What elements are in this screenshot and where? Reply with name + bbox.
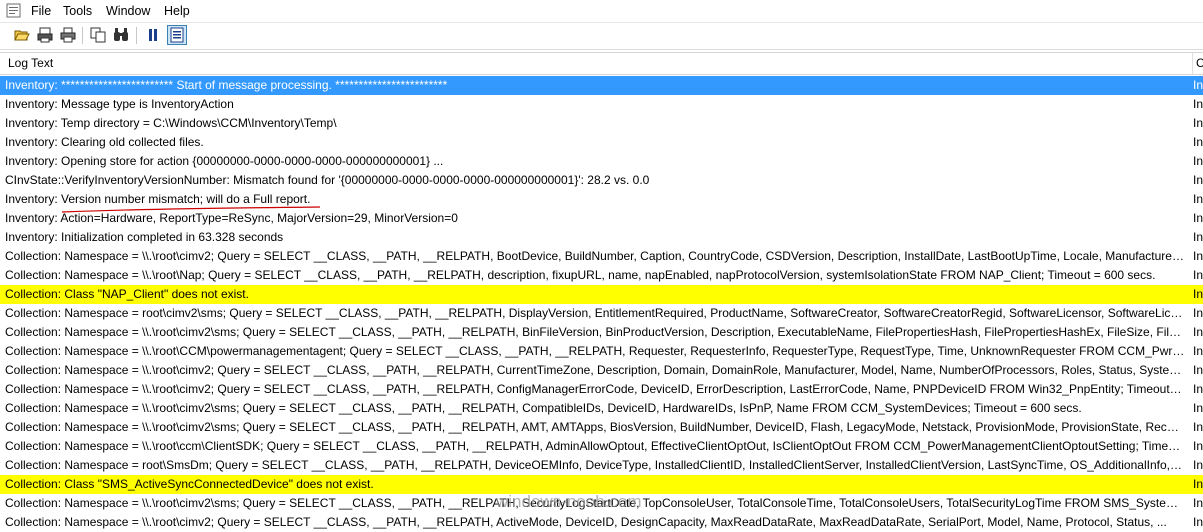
log-text-cell: Collection: Namespace = \\.\root\cimv2\s…: [5, 401, 1082, 415]
component-cell: In: [1193, 97, 1203, 111]
component-cell: In: [1193, 458, 1203, 472]
table-row[interactable]: Collection: Namespace = \\.\root\cimv2; …: [0, 380, 1203, 399]
log-column-header: Log Text C: [0, 52, 1203, 75]
table-row[interactable]: Inventory: Opening store for action {000…: [0, 152, 1203, 171]
table-row[interactable]: CInvState::VerifyInventoryVersionNumber:…: [0, 171, 1203, 190]
menu-tools[interactable]: Tools: [61, 3, 94, 19]
menu-bar: File Tools Window Help: [0, 0, 1203, 23]
log-text-cell: Inventory: ************************ Star…: [5, 78, 448, 92]
component-cell: In: [1193, 382, 1203, 396]
print-icon[interactable]: [58, 25, 78, 45]
log-text-cell: Collection: Namespace = \\.\root\cimv2; …: [5, 249, 1185, 263]
menu-help[interactable]: Help: [162, 3, 192, 19]
log-list: Inventory: ************************ Star…: [0, 76, 1203, 532]
table-row[interactable]: Collection: Namespace = \\.\root\cimv2; …: [0, 247, 1203, 266]
table-row[interactable]: Inventory: Clearing old collected files.…: [0, 133, 1203, 152]
table-row[interactable]: Inventory: Action=Hardware, ReportType=R…: [0, 209, 1203, 228]
toolbar-separator: [136, 27, 137, 44]
open-icon[interactable]: [12, 25, 32, 45]
log-text-cell: Collection: Namespace = \\.\root\cimv2\s…: [5, 420, 1185, 434]
table-row[interactable]: Inventory: Temp directory = C:\Windows\C…: [0, 114, 1203, 133]
table-row[interactable]: Collection: Namespace = root\SmsDm; Quer…: [0, 456, 1203, 475]
log-text-cell: Inventory: Opening store for action {000…: [5, 154, 444, 168]
component-cell: In: [1193, 192, 1203, 206]
toolbar: [0, 23, 1203, 50]
menu-file[interactable]: File: [29, 3, 53, 19]
component-cell: In: [1193, 363, 1203, 377]
log-text-cell: Collection: Namespace = \\.\root\cimv2\s…: [5, 325, 1185, 339]
component-cell: In: [1193, 344, 1203, 358]
app-icon: [6, 3, 21, 18]
table-row[interactable]: Inventory: ************************ Star…: [0, 76, 1203, 95]
column-component[interactable]: C: [1196, 56, 1203, 70]
table-row[interactable]: Collection: Namespace = \\.\root\ccm\Cli…: [0, 437, 1203, 456]
log-text-cell: Inventory: Initialization completed in 6…: [5, 230, 284, 244]
table-row[interactable]: Collection: Namespace = root\cimv2\sms; …: [0, 304, 1203, 323]
component-cell: In: [1193, 477, 1203, 491]
component-cell: In: [1193, 401, 1203, 415]
log-text-cell: Collection: Namespace = \\.\root\cimv2; …: [5, 363, 1185, 377]
log-text-cell: Collection: Namespace = \\.\root\CCM\pow…: [5, 344, 1185, 358]
component-cell: In: [1193, 496, 1203, 510]
log-text-cell: Inventory: Version number mismatch; will…: [5, 192, 311, 206]
log-text-cell: Inventory: Temp directory = C:\Windows\C…: [5, 116, 337, 130]
table-row[interactable]: Inventory: Initialization completed in 6…: [0, 228, 1203, 247]
find-icon[interactable]: [111, 25, 131, 45]
print-setup-icon[interactable]: [35, 25, 55, 45]
table-row[interactable]: Collection: Namespace = \\.\root\cimv2\s…: [0, 399, 1203, 418]
table-row[interactable]: Collection: Class "NAP_Client" does not …: [0, 285, 1203, 304]
menu-window[interactable]: Window: [104, 3, 152, 19]
column-log-text[interactable]: Log Text: [8, 56, 53, 70]
component-cell: In: [1193, 135, 1203, 149]
component-cell: In: [1193, 116, 1203, 130]
table-row[interactable]: Collection: Namespace = \\.\root\cimv2\s…: [0, 418, 1203, 437]
highlight-icon[interactable]: [167, 25, 187, 45]
log-text-cell: Collection: Class "NAP_Client" does not …: [5, 287, 249, 301]
log-text-cell: CInvState::VerifyInventoryVersionNumber:…: [5, 173, 650, 187]
copy-icon[interactable]: [88, 25, 108, 45]
watermark: windows-noob.com: [496, 492, 642, 511]
component-cell: In: [1193, 325, 1203, 339]
log-text-cell: Collection: Namespace = root\SmsDm; Quer…: [5, 458, 1185, 472]
log-text-cell: Collection: Namespace = root\cimv2\sms; …: [5, 306, 1185, 320]
component-cell: In: [1193, 439, 1203, 453]
component-cell: In: [1193, 211, 1203, 225]
log-text-cell: Collection: Namespace = \\.\root\cimv2; …: [5, 515, 1167, 529]
component-cell: In: [1193, 230, 1203, 244]
log-text-cell: Inventory: Clearing old collected files.: [5, 135, 204, 149]
table-row[interactable]: Collection: Namespace = \\.\root\cimv2\s…: [0, 323, 1203, 342]
log-text-cell: Collection: Namespace = \\.\root\Nap; Qu…: [5, 268, 1156, 282]
column-divider[interactable]: [1192, 53, 1193, 74]
table-row[interactable]: Inventory: Message type is InventoryActi…: [0, 95, 1203, 114]
component-cell: In: [1193, 420, 1203, 434]
component-cell: In: [1193, 287, 1203, 301]
component-cell: In: [1193, 515, 1203, 529]
component-cell: In: [1193, 154, 1203, 168]
log-text-cell: Collection: Namespace = \\.\root\cimv2; …: [5, 382, 1185, 396]
component-cell: In: [1193, 173, 1203, 187]
component-cell: In: [1193, 78, 1203, 92]
table-row[interactable]: Collection: Namespace = \\.\root\Nap; Qu…: [0, 266, 1203, 285]
table-row[interactable]: Collection: Namespace = \\.\root\cimv2; …: [0, 513, 1203, 532]
component-cell: In: [1193, 268, 1203, 282]
table-row[interactable]: Inventory: Version number mismatch; will…: [0, 190, 1203, 209]
toolbar-separator: [82, 27, 83, 44]
log-text-cell: Collection: Namespace = \\.\root\ccm\Cli…: [5, 439, 1185, 453]
component-cell: In: [1193, 306, 1203, 320]
log-text-cell: Inventory: Action=Hardware, ReportType=R…: [5, 211, 458, 225]
pause-icon[interactable]: [143, 25, 163, 45]
table-row[interactable]: Collection: Namespace = \\.\root\CCM\pow…: [0, 342, 1203, 361]
table-row[interactable]: Collection: Namespace = \\.\root\cimv2; …: [0, 361, 1203, 380]
log-text-cell: Inventory: Message type is InventoryActi…: [5, 97, 234, 111]
component-cell: In: [1193, 249, 1203, 263]
